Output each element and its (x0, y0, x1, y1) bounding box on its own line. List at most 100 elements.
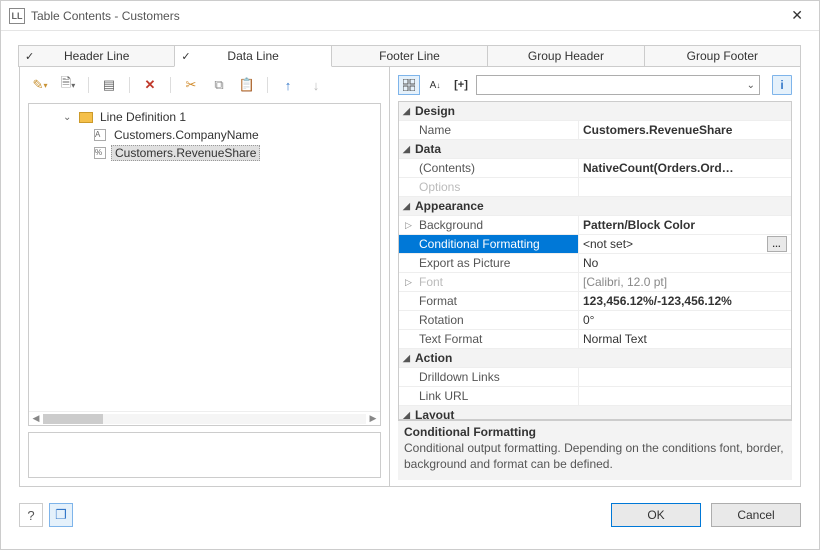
property-category[interactable]: ◢Layout (399, 406, 791, 420)
section-tabs: ✓Header Line✓Data LineFooter LineGroup H… (19, 45, 801, 67)
tab-label: Data Line (227, 49, 278, 63)
cut-icon[interactable]: ✂ (183, 77, 199, 93)
delete-icon[interactable]: ✕ (142, 77, 158, 93)
titlebar: LL Table Contents - Customers ✕ (1, 1, 819, 31)
copy-icon[interactable]: ⧉ (211, 77, 227, 93)
property-category[interactable]: ◢Design (399, 102, 791, 121)
property-category[interactable]: ◢Data (399, 140, 791, 159)
property-value[interactable]: NativeCount(Orders.Ord… (579, 159, 791, 177)
tab-label: Group Header (528, 49, 604, 63)
collapse-icon[interactable]: ⌄ (63, 112, 75, 123)
new-icon[interactable]: ✎▾ (32, 77, 48, 93)
property-name: Link URL (399, 387, 579, 405)
property-name: Drilldown Links (399, 368, 579, 386)
description-text: Conditional output formatting. Depending… (404, 441, 786, 472)
right-pane: A↓ [+] ⌄ i ◢DesignNameCustomers.RevenueS… (390, 67, 800, 486)
separator (88, 77, 89, 93)
tree-root-row[interactable]: ⌄ Line Definition 1 (33, 108, 376, 126)
properties-icon[interactable]: ▤ (101, 77, 117, 93)
scroll-right-icon[interactable]: ▶ (366, 412, 380, 426)
horizontal-scrollbar[interactable]: ◀ ▶ (29, 411, 380, 425)
ellipsis-button[interactable]: … (767, 236, 787, 252)
check-icon: ✓ (25, 50, 34, 63)
dialog-footer: ? ❐ OK Cancel (1, 497, 819, 537)
expand-icon[interactable]: ▷ (405, 277, 415, 288)
property-row[interactable]: Conditional Formatting<not set>… (399, 235, 791, 254)
property-row[interactable]: (Contents)NativeCount(Orders.Ord… (399, 159, 791, 178)
description-panel: Conditional Formatting Conditional outpu… (398, 420, 792, 480)
property-name: (Contents) (399, 159, 579, 177)
property-row[interactable]: Options (399, 178, 791, 197)
paste-icon[interactable]: 📋 (239, 77, 255, 93)
property-name: Conditional Formatting (399, 235, 579, 253)
property-value[interactable]: No (579, 254, 791, 272)
scroll-thumb[interactable] (43, 414, 103, 424)
expand-button[interactable]: [+] (450, 75, 472, 95)
expand-icon[interactable]: ▷ (405, 220, 415, 231)
tab-data-line[interactable]: ✓Data Line (174, 45, 331, 67)
property-value[interactable] (579, 178, 791, 196)
property-value[interactable]: Customers.RevenueShare (579, 121, 791, 139)
preview-box (28, 432, 381, 478)
property-row[interactable]: Link URL (399, 387, 791, 406)
separator (170, 77, 171, 93)
folder-icon (79, 110, 93, 124)
tree-item[interactable]: %Customers.RevenueShare (33, 144, 376, 162)
property-category[interactable]: ◢Action (399, 349, 791, 368)
collapse-icon[interactable]: ◢ (403, 201, 415, 212)
scroll-track[interactable] (43, 414, 366, 424)
layers-button[interactable]: ❐ (49, 503, 73, 527)
collapse-icon[interactable]: ◢ (403, 410, 415, 421)
property-row[interactable]: ▷Font[Calibri, 12.0 pt] (399, 273, 791, 292)
category-label: Appearance (415, 199, 484, 213)
property-name: Export as Picture (399, 254, 579, 272)
property-row[interactable]: Drilldown Links (399, 368, 791, 387)
field-tree[interactable]: ⌄ Line Definition 1 ACustomers.CompanyNa… (28, 103, 381, 426)
scroll-left-icon[interactable]: ◀ (29, 412, 43, 426)
property-value[interactable]: 0° (579, 311, 791, 329)
tab-group-footer[interactable]: Group Footer (644, 45, 801, 67)
property-row[interactable]: ▷BackgroundPattern/Block Color (399, 216, 791, 235)
close-button[interactable]: ✕ (783, 3, 811, 28)
property-row[interactable]: Rotation0° (399, 311, 791, 330)
property-value[interactable]: <not set>… (579, 235, 791, 253)
property-grid[interactable]: ◢DesignNameCustomers.RevenueShare◢Data(C… (398, 101, 792, 420)
left-pane: ✎▾ 🗎▾ ▤ ✕ ✂ ⧉ 📋 ↑ ↓ ⌄ Line Definition 1 … (20, 67, 390, 486)
property-row[interactable]: Format123,456.12%/-123,456.12% (399, 292, 791, 311)
right-toolbar: A↓ [+] ⌄ i (398, 75, 792, 101)
property-name: Name (399, 121, 579, 139)
property-row[interactable]: Text FormatNormal Text (399, 330, 791, 349)
property-name: Text Format (399, 330, 579, 348)
alphabetical-view-button[interactable]: A↓ (424, 75, 446, 95)
tree-item-label: Customers.CompanyName (111, 128, 262, 142)
collapse-icon[interactable]: ◢ (403, 353, 415, 364)
cancel-button[interactable]: Cancel (711, 503, 801, 527)
ok-button[interactable]: OK (611, 503, 701, 527)
page-icon[interactable]: 🗎▾ (60, 77, 76, 93)
property-name: ▷Font (399, 273, 579, 291)
property-value[interactable]: 123,456.12%/-123,456.12% (579, 292, 791, 310)
property-row[interactable]: NameCustomers.RevenueShare (399, 121, 791, 140)
categorized-view-button[interactable] (398, 75, 420, 95)
info-button[interactable]: i (772, 75, 792, 95)
category-label: Design (415, 104, 455, 118)
tab-group-header[interactable]: Group Header (487, 45, 644, 67)
help-button[interactable]: ? (19, 503, 43, 527)
property-row[interactable]: Export as PictureNo (399, 254, 791, 273)
move-up-icon[interactable]: ↑ (280, 77, 296, 93)
move-down-icon[interactable]: ↓ (308, 77, 324, 93)
property-value[interactable] (579, 387, 791, 405)
property-combo[interactable]: ⌄ (476, 75, 760, 95)
collapse-icon[interactable]: ◢ (403, 144, 415, 155)
collapse-icon[interactable]: ◢ (403, 106, 415, 117)
tab-header-line[interactable]: ✓Header Line (18, 45, 175, 67)
separator (267, 77, 268, 93)
property-value[interactable]: Pattern/Block Color (579, 216, 791, 234)
property-value[interactable] (579, 368, 791, 386)
property-category[interactable]: ◢Appearance (399, 197, 791, 216)
tab-footer-line[interactable]: Footer Line (331, 45, 488, 67)
tree-item[interactable]: ACustomers.CompanyName (33, 126, 376, 144)
property-value[interactable]: [Calibri, 12.0 pt] (579, 273, 791, 291)
property-value[interactable]: Normal Text (579, 330, 791, 348)
window-title: Table Contents - Customers (31, 9, 783, 23)
